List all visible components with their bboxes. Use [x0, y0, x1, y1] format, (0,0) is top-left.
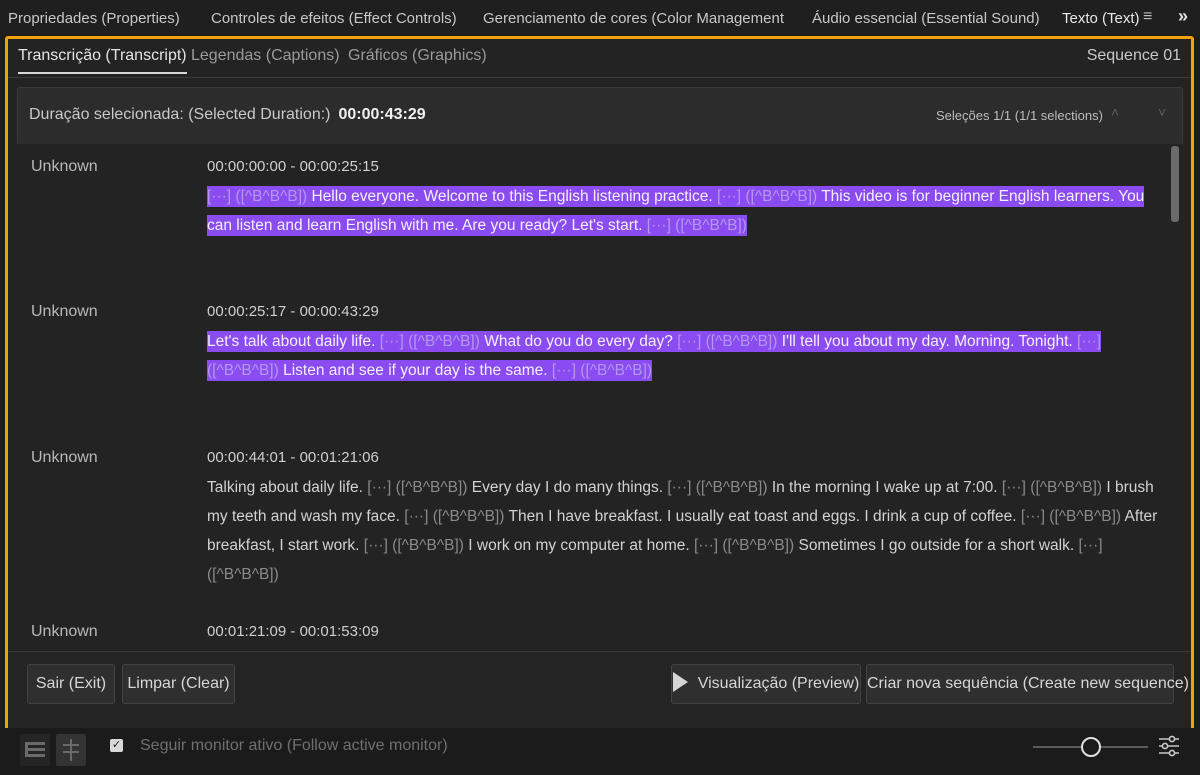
timecode: 00:01:21:09 - 00:01:53:09 [207, 623, 379, 640]
tree-view-icon[interactable] [56, 734, 86, 766]
follow-monitor-checkbox[interactable]: ✓ [110, 739, 123, 752]
pause-marker[interactable]: [···] ([^B^B^B]) [551, 360, 653, 381]
scrollbar-thumb[interactable] [1171, 146, 1179, 222]
zoom-slider-knob[interactable] [1081, 737, 1101, 757]
speaker-label[interactable]: Unknown [31, 623, 98, 641]
selected-duration-label: Duração selecionada: (Selected Duration:… [29, 106, 331, 123]
transcript-list[interactable]: Unknown 00:00:00:00 - 00:00:25:15 [···] … [17, 144, 1181, 649]
transcript-segment[interactable]: Hello everyone. Welcome to this English … [307, 186, 717, 207]
tab-properties[interactable]: Propriedades (Properties) [8, 10, 180, 27]
exit-button[interactable]: Sair (Exit) [27, 664, 115, 704]
tab-text[interactable]: Texto (Text) [1062, 10, 1140, 27]
transcript-segment[interactable]: In the morning I wake up at 7:00. [768, 479, 1002, 496]
bottom-bar: ✓ Seguir monitor ativo (Follow active mo… [0, 728, 1200, 775]
tab-essential-sound[interactable]: Áudio essencial (Essential Sound) [812, 10, 1040, 27]
transcript-segment[interactable]: What do you do every day? [479, 331, 678, 352]
pause-marker[interactable]: [···] ([^B^B^B]) [364, 537, 464, 554]
selected-duration: Duração selecionada: (Selected Duration:… [29, 106, 426, 124]
overflow-tabs-icon[interactable]: » [1178, 6, 1188, 27]
tab-graphics[interactable]: Gráficos (Graphics) [348, 47, 487, 65]
pause-marker[interactable]: [···] ([^B^B^B]) [694, 537, 794, 554]
tab-color-management[interactable]: Gerenciamento de cores (Color Management [483, 10, 784, 27]
transcript-text[interactable]: Talking about daily life. [···] ([^B^B^B… [207, 473, 1167, 589]
chevron-down-icon[interactable]: ˅ [1158, 104, 1166, 120]
selected-duration-value: 00:00:43:29 [338, 106, 426, 123]
speaker-label[interactable]: Unknown [31, 303, 98, 321]
panel-tab-strip: Propriedades (Properties) Controles de e… [0, 0, 1200, 36]
transcript-segment[interactable]: Every day I do many things. [467, 479, 667, 496]
pause-marker[interactable]: [···] ([^B^B^B]) [716, 186, 818, 207]
settings-sliders-icon[interactable] [1157, 734, 1181, 758]
text-panel: Transcrição (Transcript) Legendas (Capti… [5, 36, 1194, 731]
panel-menu-icon[interactable]: ≡ [1143, 8, 1152, 26]
pause-marker[interactable]: [···] ([^B^B^B]) [1002, 479, 1102, 496]
create-sequence-button[interactable]: Criar nova sequência (Create new sequenc… [866, 664, 1189, 704]
follow-monitor-label: Seguir monitor ativo (Follow active moni… [140, 737, 448, 754]
timecode: 00:00:44:01 - 00:01:21:06 [207, 449, 379, 466]
pause-marker[interactable]: [···] ([^B^B^B]) [207, 186, 308, 207]
pause-marker[interactable]: [···] ([^B^B^B]) [379, 331, 480, 352]
transcript-segment[interactable]: I'll tell you about my day. Morning. Ton… [777, 331, 1078, 352]
pause-marker[interactable]: [···] ([^B^B^B]) [646, 215, 747, 236]
pause-marker[interactable]: [···] ([^B^B^B]) [1021, 508, 1121, 525]
transcript-segment[interactable]: Let's talk about daily life. [207, 331, 380, 352]
timecode: 00:00:00:00 - 00:00:25:15 [207, 158, 379, 175]
transcript-segment[interactable]: Sometimes I go outside for a short walk. [794, 537, 1078, 554]
play-icon [672, 671, 688, 692]
transcript-segment[interactable]: Listen and see if your day is the same. [278, 360, 552, 381]
timecode: 00:00:25:17 - 00:00:43:29 [207, 303, 379, 320]
tab-transcript[interactable]: Transcrição (Transcript) [18, 47, 187, 74]
preview-button[interactable]: Visualização (Preview) [671, 664, 861, 704]
pause-marker[interactable]: [···] ([^B^B^B]) [677, 331, 778, 352]
tab-effect-controls[interactable]: Controles de efeitos (Effect Controls) [211, 10, 457, 27]
chevron-up-icon[interactable]: ˄ [1111, 104, 1119, 120]
action-bar: Sair (Exit) Limpar (Clear) Visualização … [8, 651, 1191, 726]
speaker-label[interactable]: Unknown [31, 158, 98, 176]
pause-marker[interactable]: [···] ([^B^B^B]) [367, 479, 467, 496]
sequence-name: Sequence 01 [1086, 47, 1181, 64]
transcript-segment[interactable]: Talking about daily life. [207, 479, 367, 496]
transcript-segment[interactable]: I work on my computer at home. [464, 537, 694, 554]
pause-marker[interactable]: [···] ([^B^B^B]) [404, 508, 504, 525]
clear-button[interactable]: Limpar (Clear) [122, 664, 235, 704]
transcript-segment[interactable]: Then I have breakfast. I usually eat toa… [504, 508, 1020, 525]
pause-marker[interactable]: [···] ([^B^B^B]) [667, 479, 767, 496]
speaker-label[interactable]: Unknown [31, 449, 98, 467]
sub-tab-bar: Transcrição (Transcript) Legendas (Capti… [8, 39, 1191, 78]
list-view-icon[interactable] [20, 734, 50, 766]
selection-count: Seleções 1/1 (1/1 selections) [936, 108, 1103, 123]
transcript-text[interactable]: [···] ([^B^B^B]) Hello everyone. Welcome… [207, 182, 1167, 240]
transcript-text[interactable]: Let's talk about daily life. [···] ([^B^… [207, 327, 1167, 385]
tab-captions[interactable]: Legendas (Captions) [191, 47, 340, 65]
selection-bar: Duração selecionada: (Selected Duration:… [17, 87, 1183, 145]
preview-label: Visualização (Preview) [697, 675, 860, 692]
